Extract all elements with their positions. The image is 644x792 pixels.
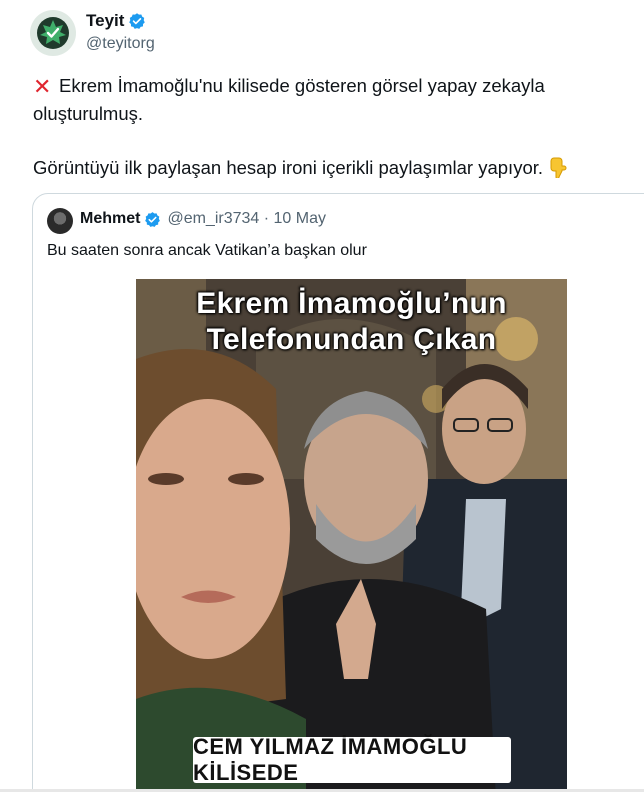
quoted-author-name[interactable]: Mehmet <box>80 210 140 228</box>
quoted-author-avatar[interactable] <box>47 208 73 234</box>
tweet-text: ✕ Ekrem İmamoğlu'nu kilisede gösteren gör… <box>33 72 633 182</box>
author-avatar[interactable] <box>30 10 76 56</box>
red-x-icon: ✕ <box>33 74 52 99</box>
tweet-line-1: Ekrem İmamoğlu'nu kilisede gösteren görs… <box>33 75 545 124</box>
quoted-image[interactable]: Ekrem İmamoğlu’nun Telefonundan Çıkan CE… <box>136 279 567 792</box>
image-caption-top-1: Ekrem İmamoğlu’nun <box>196 287 507 320</box>
quoted-tweet[interactable]: Mehmet @em_ir3734 · 10 May Bu saaten son… <box>32 193 644 792</box>
author-handle[interactable]: @teyitorg <box>86 35 155 53</box>
verified-badge-icon <box>144 211 161 228</box>
verified-badge-icon <box>128 12 146 30</box>
tweet: Teyit @teyitorg ✕ Ekrem İmamoğlu'nu kilis… <box>0 0 644 792</box>
quoted-handle-date[interactable]: @em_ir3734 · 10 May <box>167 210 326 228</box>
backhand-index-pointing-down-icon <box>549 155 567 182</box>
image-caption-bottom: CEM YILMAZ İMAMOĞLU KİLİSEDE <box>193 734 511 785</box>
quoted-text: Bu saaten sonra ancak Vatikan’a başkan o… <box>47 242 367 259</box>
image-caption-top-2: Telefonundan Çıkan <box>206 323 497 356</box>
quoted-header: Mehmet @em_ir3734 · 10 May <box>80 210 326 228</box>
author-name-row[interactable]: Teyit <box>86 11 146 31</box>
author-name[interactable]: Teyit <box>86 11 124 31</box>
tweet-line-2: Görüntüyü ilk paylaşan hesap ironi içeri… <box>33 157 544 178</box>
teyit-logo-icon <box>37 17 69 49</box>
